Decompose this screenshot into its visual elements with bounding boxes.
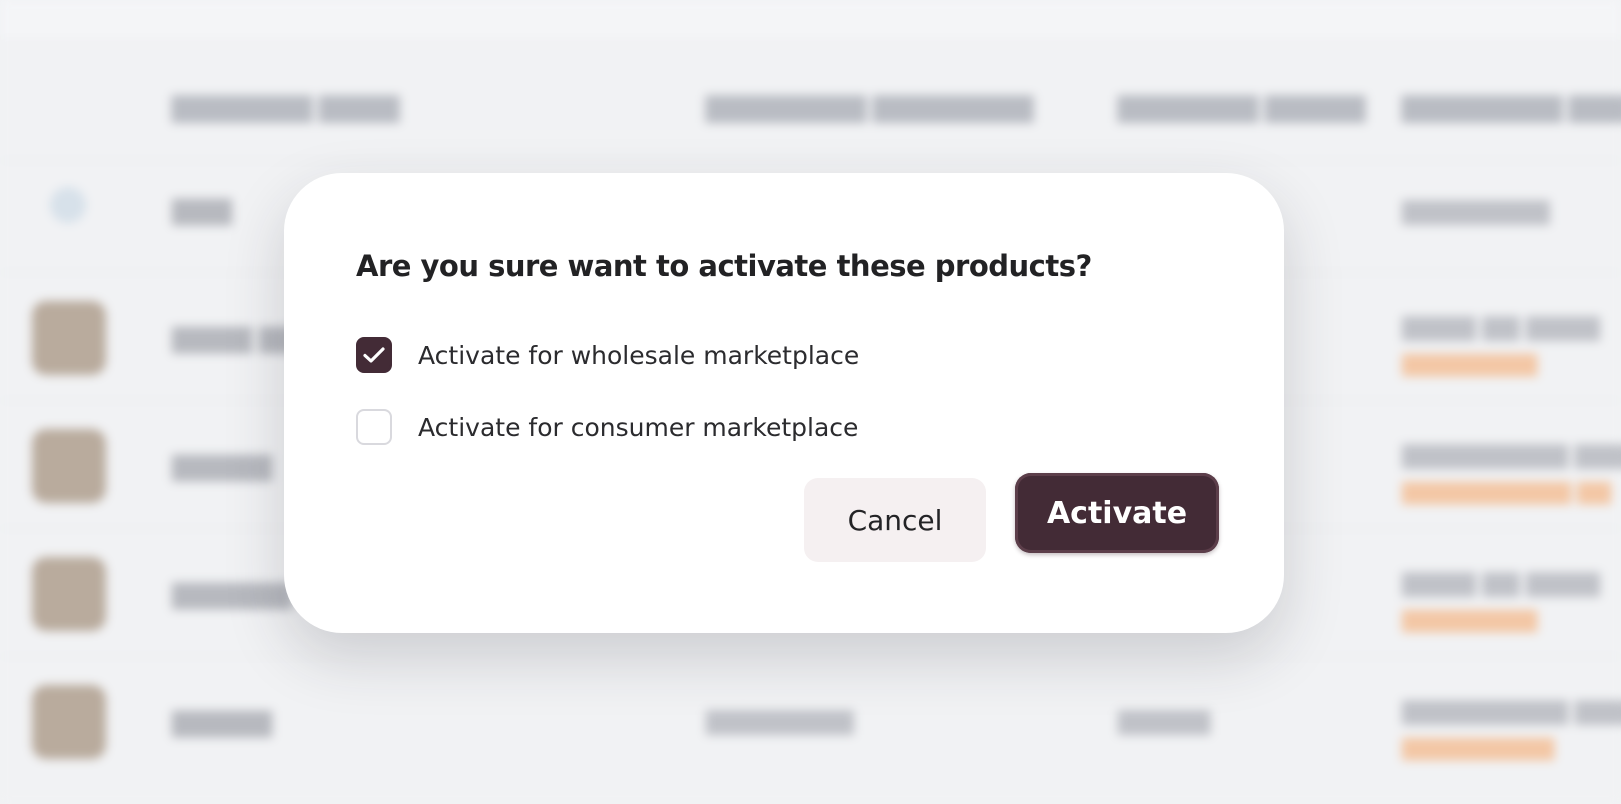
- blurred-column-header: ▇▇▇▇▇▇▇ ▇▇▇▇: [172, 92, 400, 122]
- blurred-text: ▇▇▇▇▇▇▇▇: [1402, 607, 1538, 632]
- blurred-text: ▇▇▇▇▇▇▇▇▇: [1402, 735, 1555, 760]
- wholesale-marketplace-option[interactable]: Activate for wholesale marketplace: [356, 335, 859, 375]
- blurred-text: ▇▇▇▇▇: [1118, 708, 1211, 735]
- blurred-text: ▇▇▇▇▇▇▇▇▇▇ ▇▇: [1402, 479, 1612, 504]
- dialog-title: Are you sure want to activate these prod…: [356, 249, 1092, 283]
- checkmark-icon: [363, 347, 385, 363]
- blurred-text: ▇▇▇▇▇▇▇▇: [1402, 198, 1550, 225]
- blurred-product-thumbnail: [32, 685, 106, 759]
- background-table-row: ▇▇▇▇▇ ▇▇▇▇▇▇▇▇ ▇▇▇▇▇ ▇▇▇▇▇▇▇▇▇ ▇▇▇ ▇▇ ▇▇▇…: [0, 656, 1621, 785]
- blurred-text: ▇▇▇▇▇▇▇▇▇ ▇▇▇▇▇: [1402, 698, 1621, 725]
- activate-products-dialog: Are you sure want to activate these prod…: [284, 173, 1284, 633]
- blurred-text: ▇▇▇▇ ▇▇: [172, 323, 300, 353]
- blurred-column-header: ▇▇▇▇▇▇▇▇ ▇▇▇: [1402, 92, 1621, 122]
- blurred-text: ▇▇▇▇ ▇▇ ▇▇▇▇: [1402, 314, 1600, 341]
- blurred-text: ▇▇▇: [172, 195, 232, 225]
- background-topbar: [0, 0, 1621, 41]
- wholesale-marketplace-checkbox[interactable]: [356, 337, 392, 373]
- blurred-text: ▇▇▇▇▇▇: [172, 579, 292, 609]
- blurred-text: ▇▇▇▇ ▇▇ ▇▇▇▇: [1402, 570, 1600, 597]
- blurred-text: ▇▇▇▇▇▇▇▇▇ ▇▇▇▇▇: [1402, 442, 1621, 469]
- blurred-product-thumbnail: [32, 429, 106, 503]
- blurred-product-thumbnail: [32, 301, 106, 375]
- blurred-text: ▇▇▇▇▇: [172, 707, 272, 737]
- consumer-marketplace-option[interactable]: Activate for consumer marketplace: [356, 407, 858, 447]
- blurred-text: ▇▇▇▇▇▇▇▇: [1402, 351, 1538, 376]
- blurred-text: ▇▇▇▇▇▇▇▇: [706, 708, 854, 735]
- wholesale-marketplace-label[interactable]: Activate for wholesale marketplace: [418, 341, 859, 370]
- blurred-product-thumbnail: [32, 557, 106, 631]
- consumer-marketplace-label[interactable]: Activate for consumer marketplace: [418, 413, 858, 442]
- activate-button[interactable]: Activate: [1015, 473, 1219, 553]
- blurred-column-header: ▇▇▇▇▇▇▇▇ ▇▇▇▇▇▇▇▇: [706, 92, 1034, 122]
- blurred-text: ▇▇▇▇▇: [172, 451, 272, 481]
- blurred-column-header: ▇▇▇▇▇▇▇ ▇▇▇▇▇: [1118, 92, 1366, 122]
- blurred-avatar: [50, 187, 86, 223]
- background-table-header: ▇▇▇▇▇▇▇ ▇▇▇▇ ▇▇▇▇▇▇▇▇ ▇▇▇▇▇▇▇▇ ▇▇▇▇▇▇▇ ▇…: [0, 62, 1621, 162]
- cancel-button[interactable]: Cancel: [804, 478, 986, 562]
- consumer-marketplace-checkbox[interactable]: [356, 409, 392, 445]
